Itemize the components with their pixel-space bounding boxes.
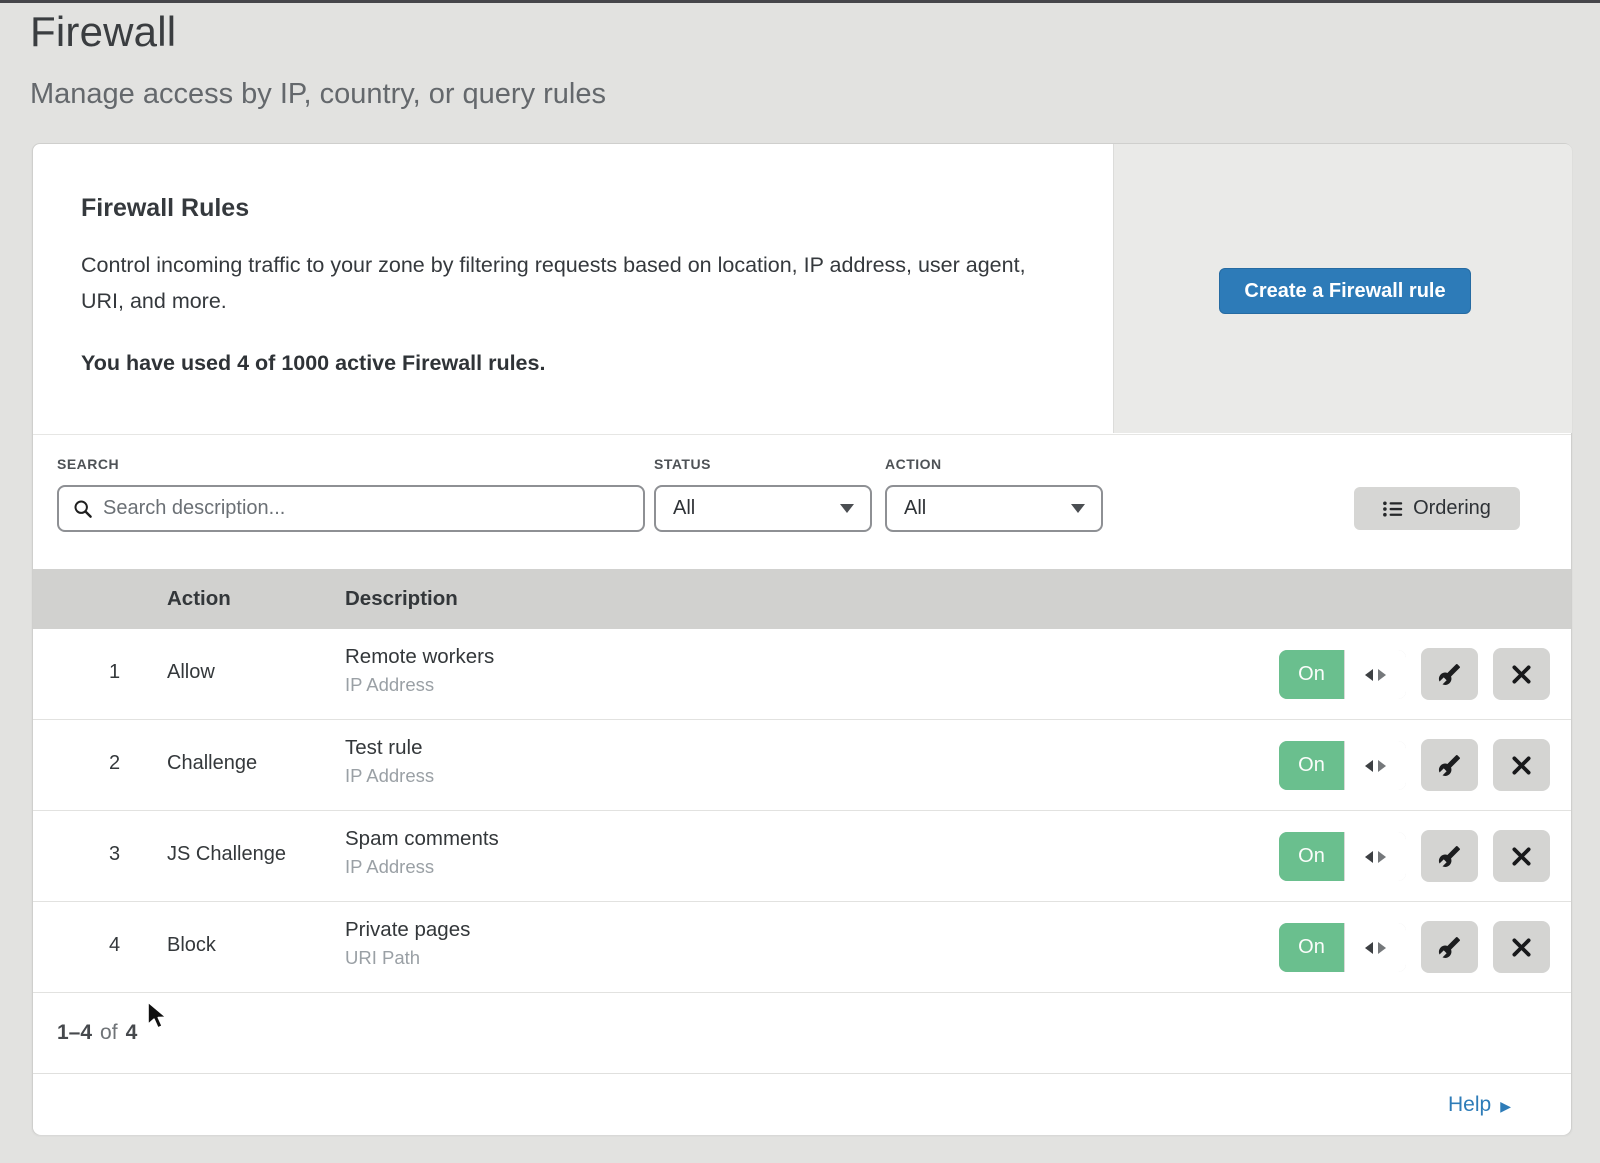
rule-action: Block <box>167 934 216 957</box>
window-edge <box>0 0 1600 3</box>
rule-priority: 2 <box>109 752 133 775</box>
delete-rule-button[interactable] <box>1493 648 1550 700</box>
toggle-handle[interactable] <box>1344 650 1406 699</box>
column-header-action: Action <box>167 587 231 611</box>
arrow-right-icon <box>1378 851 1386 863</box>
page-subtitle: Manage access by IP, country, or query r… <box>30 78 606 111</box>
ordering-button[interactable]: Ordering <box>1354 487 1520 530</box>
rule-enabled-toggle[interactable]: On <box>1279 923 1406 972</box>
pagination: 1–4 of 4 <box>33 993 1571 1073</box>
edit-rule-button[interactable] <box>1421 830 1478 882</box>
page-title: Firewall <box>30 8 176 56</box>
action-selected-value: All <box>904 497 1071 520</box>
arrow-right-icon <box>1378 760 1386 772</box>
rule-match-type: IP Address <box>345 674 494 696</box>
delete-rule-button[interactable] <box>1493 739 1550 791</box>
edit-rule-button[interactable] <box>1421 648 1478 700</box>
rule-enabled-toggle[interactable]: On <box>1279 741 1406 790</box>
table-row: 3 JS Challenge Spam comments IP Address … <box>33 811 1571 902</box>
toggle-on-label: On <box>1279 832 1344 881</box>
toggle-on-label: On <box>1279 923 1344 972</box>
arrow-right-icon: ▶ <box>1500 1099 1511 1113</box>
status-select[interactable]: All <box>654 485 872 532</box>
column-header-description: Description <box>345 587 458 611</box>
rule-match-type: IP Address <box>345 765 434 787</box>
arrow-left-icon <box>1365 851 1373 863</box>
rule-description: Remote workers <box>345 645 494 669</box>
rule-action: Allow <box>167 661 215 684</box>
edit-rule-button[interactable] <box>1421 921 1478 973</box>
status-label: STATUS <box>654 456 711 472</box>
toggle-on-label: On <box>1279 650 1344 699</box>
pagination-range: 1–4 <box>57 1021 92 1045</box>
wrench-icon <box>1438 663 1461 686</box>
arrow-left-icon <box>1365 760 1373 772</box>
rule-description: Spam comments <box>345 827 499 851</box>
chevron-down-icon <box>840 504 854 513</box>
arrow-left-icon <box>1365 942 1373 954</box>
rule-match-type: URI Path <box>345 947 470 969</box>
close-icon <box>1511 664 1532 685</box>
overview-text: Firewall Rules Control incoming traffic … <box>33 144 1113 434</box>
rule-enabled-toggle[interactable]: On <box>1279 832 1406 881</box>
table-row: 4 Block Private pages URI Path On <box>33 902 1571 993</box>
pagination-total: 4 <box>126 1021 138 1045</box>
toggle-handle[interactable] <box>1344 832 1406 881</box>
delete-rule-button[interactable] <box>1493 830 1550 882</box>
rule-match-type: IP Address <box>345 856 499 878</box>
arrow-right-icon <box>1378 942 1386 954</box>
chevron-down-icon <box>1071 504 1085 513</box>
search-icon <box>73 499 93 519</box>
rule-action: Challenge <box>167 752 257 775</box>
rule-description-block: Spam comments IP Address <box>345 827 499 878</box>
rule-priority: 4 <box>109 934 133 957</box>
help-link-label: Help <box>1448 1093 1491 1117</box>
search-input[interactable] <box>103 487 643 530</box>
firewall-rules-description: Control incoming traffic to your zone by… <box>81 247 1041 319</box>
toggle-on-label: On <box>1279 741 1344 790</box>
table-row: 2 Challenge Test rule IP Address On <box>33 720 1571 811</box>
help-bar: Help ▶ <box>33 1073 1571 1135</box>
overview-section: Firewall Rules Control incoming traffic … <box>33 144 1571 434</box>
toggle-handle[interactable] <box>1344 741 1406 790</box>
arrow-left-icon <box>1365 669 1373 681</box>
close-icon <box>1511 755 1532 776</box>
wrench-icon <box>1438 754 1461 777</box>
rules-list: 1 Allow Remote workers IP Address On <box>33 629 1571 993</box>
status-selected-value: All <box>673 497 840 520</box>
rule-description: Test rule <box>345 736 434 760</box>
rule-priority: 3 <box>109 843 133 866</box>
action-select[interactable]: All <box>885 485 1103 532</box>
rule-description-block: Test rule IP Address <box>345 736 434 787</box>
create-firewall-rule-button[interactable]: Create a Firewall rule <box>1219 268 1471 314</box>
firewall-rules-card: Firewall Rules Control incoming traffic … <box>32 143 1572 1135</box>
overview-action-panel: Create a Firewall rule <box>1113 144 1572 433</box>
rule-description-block: Private pages URI Path <box>345 918 470 969</box>
rule-description-block: Remote workers IP Address <box>345 645 494 696</box>
search-label: SEARCH <box>57 456 119 472</box>
rule-action: JS Challenge <box>167 843 286 866</box>
toggle-handle[interactable] <box>1344 923 1406 972</box>
edit-rule-button[interactable] <box>1421 739 1478 791</box>
filters-section: SEARCH STATUS All ACTION All <box>33 434 1571 569</box>
list-icon <box>1383 501 1403 517</box>
pagination-of-label: of <box>100 1021 118 1045</box>
rule-enabled-toggle[interactable]: On <box>1279 650 1406 699</box>
close-icon <box>1511 846 1532 867</box>
firewall-rules-heading: Firewall Rules <box>81 194 1053 223</box>
close-icon <box>1511 937 1532 958</box>
action-label: ACTION <box>885 456 942 472</box>
usage-summary: You have used 4 of 1000 active Firewall … <box>81 351 1053 376</box>
rule-priority: 1 <box>109 661 133 684</box>
arrow-right-icon <box>1378 669 1386 681</box>
ordering-button-label: Ordering <box>1413 497 1491 520</box>
table-row: 1 Allow Remote workers IP Address On <box>33 629 1571 720</box>
wrench-icon <box>1438 845 1461 868</box>
table-header: Action Description <box>33 569 1571 629</box>
rule-description: Private pages <box>345 918 470 942</box>
help-link[interactable]: Help ▶ <box>1448 1093 1511 1117</box>
search-field[interactable] <box>57 485 645 532</box>
delete-rule-button[interactable] <box>1493 921 1550 973</box>
wrench-icon <box>1438 936 1461 959</box>
